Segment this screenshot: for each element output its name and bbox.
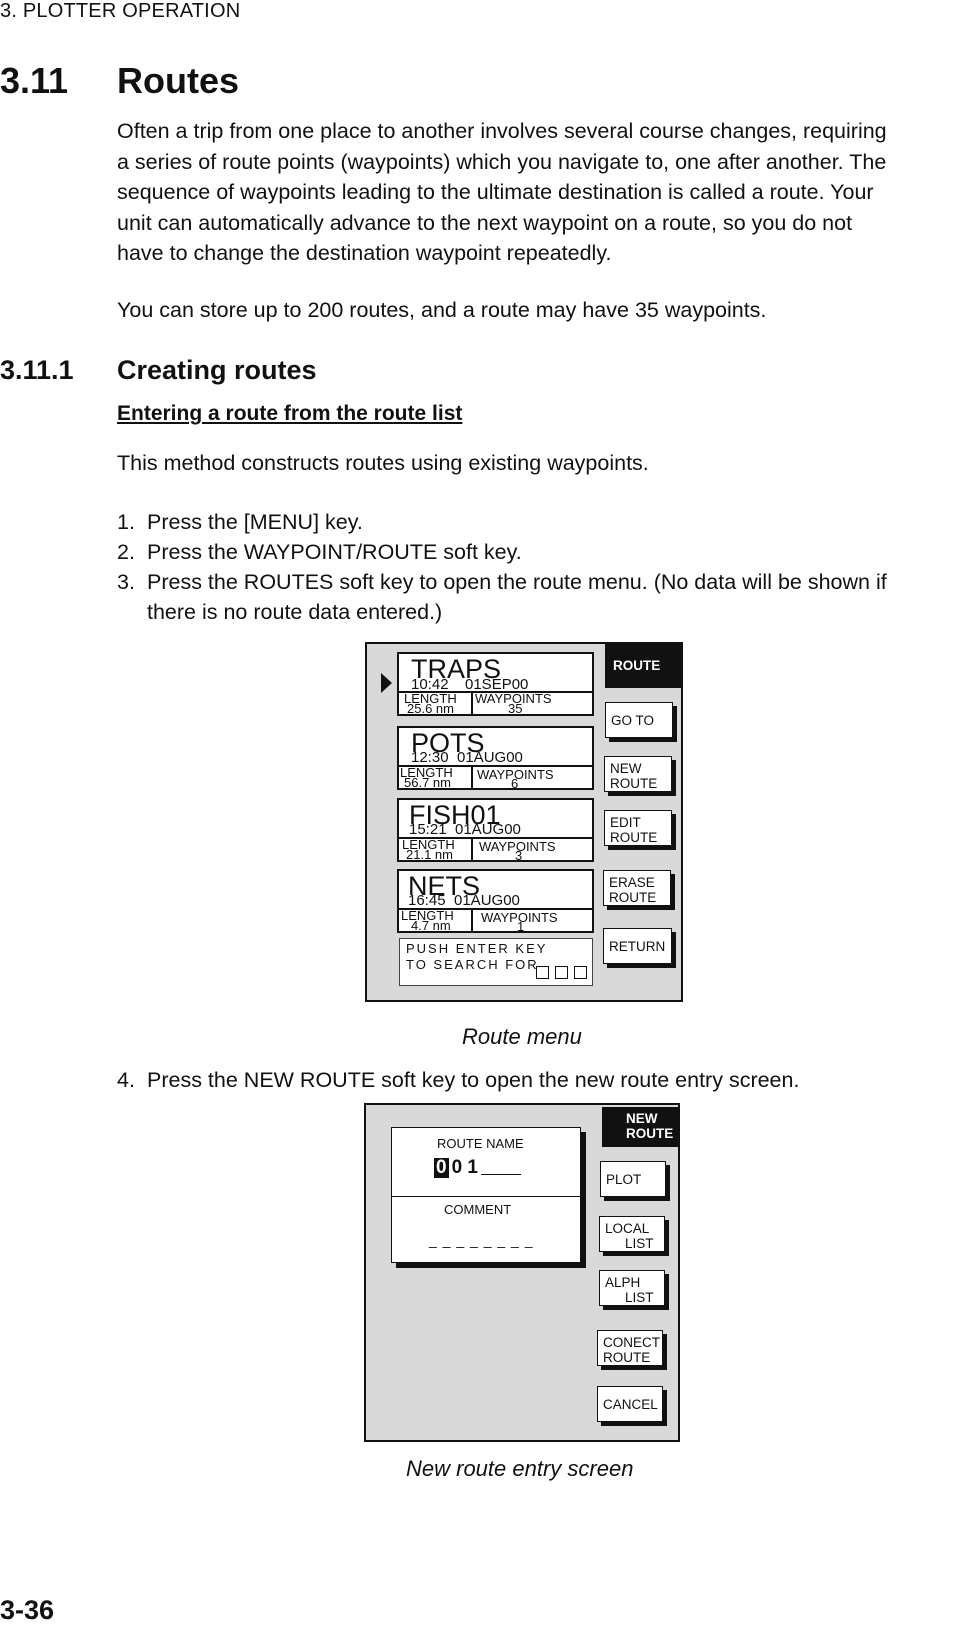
new-route-screen: ROUTE NAME 0 0 1 COMMENT _ _ _ _ _ _ _ _… bbox=[364, 1103, 680, 1442]
search-prompt-box[interactable]: PUSH ENTER KEY TO SEARCH FOR bbox=[399, 938, 593, 986]
procedure-intro: This method constructs routes using exis… bbox=[117, 451, 649, 475]
alph-list-button[interactable]: ALPH LIST bbox=[599, 1270, 665, 1306]
search-char-slot[interactable] bbox=[555, 966, 568, 979]
route-time: 16:45 bbox=[408, 892, 446, 909]
conect-route-button[interactable]: CONECT ROUTE bbox=[597, 1330, 663, 1366]
route-waypoints: 35 bbox=[508, 701, 523, 716]
softkey-label: ROUTE bbox=[610, 830, 658, 845]
plot-button[interactable]: PLOT bbox=[600, 1161, 666, 1197]
softkey-label: GO TO bbox=[611, 713, 655, 728]
route-menu-caption: Route menu bbox=[462, 1024, 582, 1049]
softkey-label: ROUTE bbox=[609, 890, 657, 905]
route-entry-form: ROUTE NAME 0 0 1 COMMENT _ _ _ _ _ _ _ _ bbox=[391, 1127, 581, 1263]
new-route-caption: New route entry screen bbox=[406, 1456, 634, 1481]
route-name-blank bbox=[481, 1174, 521, 1175]
step-text: Press the ROUTES soft key to open the ro… bbox=[147, 570, 887, 594]
edit-route-button[interactable]: EDIT ROUTE bbox=[604, 810, 672, 846]
softkey-label: LIST bbox=[625, 1290, 654, 1305]
softkey-label: RETURN bbox=[609, 939, 666, 954]
route-waypoints: 1 bbox=[517, 919, 525, 934]
route-name-label: ROUTE NAME bbox=[437, 1136, 524, 1151]
capacity-text: You can store up to 200 routes, and a ro… bbox=[117, 298, 767, 322]
route-time: 15:21 bbox=[409, 821, 447, 838]
route-length: 25.6 nm bbox=[407, 701, 454, 716]
route-length: 21.1 nm bbox=[406, 847, 453, 862]
route-waypoints: 3 bbox=[515, 848, 523, 863]
softkey-label: ROUTE bbox=[610, 776, 658, 791]
search-char-slot[interactable] bbox=[574, 966, 587, 979]
header-line: ROUTE bbox=[626, 1126, 674, 1141]
page-number: 3-36 bbox=[0, 1595, 55, 1625]
step-text: Press the [MENU] key. bbox=[147, 510, 363, 534]
step-text-continued: there is no route data entered.) bbox=[147, 600, 443, 624]
route-entry[interactable]: FISH01 15:21 01AUG00 LENGTH 21.1 nm WAYP… bbox=[397, 798, 594, 862]
step-number: 1. bbox=[117, 510, 135, 534]
route-waypoints: 6 bbox=[511, 776, 519, 791]
subsection-title: Creating routes bbox=[117, 355, 317, 385]
softkey-label: EDIT bbox=[610, 815, 641, 830]
section-title: Routes bbox=[117, 60, 240, 101]
route-menu-header: ROUTE bbox=[605, 644, 683, 688]
intro-line: have to change the destination waypoint … bbox=[117, 241, 612, 265]
search-prompt-line1: PUSH ENTER KEY bbox=[406, 941, 548, 956]
go-to-button[interactable]: GO TO bbox=[605, 702, 673, 738]
comment-field[interactable]: _ _ _ _ _ _ _ _ bbox=[429, 1232, 534, 1248]
softkey-label: CANCEL bbox=[603, 1397, 658, 1412]
intro-line: Often a trip from one place to another i… bbox=[117, 119, 887, 143]
step-text: Press the WAYPOINT/ROUTE soft key. bbox=[147, 540, 522, 564]
route-name-field[interactable]: 0 0 1 bbox=[434, 1158, 521, 1178]
new-route-header: NEW ROUTE bbox=[602, 1107, 680, 1147]
header-line: NEW bbox=[626, 1111, 658, 1126]
erase-route-button[interactable]: ERASE ROUTE bbox=[603, 870, 671, 906]
route-entry[interactable]: TRAPS 10:42 01SEP00 LENGTH 25.6 nm WAYPO… bbox=[397, 652, 594, 716]
cancel-button[interactable]: CANCEL bbox=[597, 1386, 663, 1422]
route-menu-screen: TRAPS 10:42 01SEP00 LENGTH 25.6 nm WAYPO… bbox=[365, 642, 683, 1002]
softkey-label: LOCAL bbox=[605, 1221, 650, 1236]
comment-label: COMMENT bbox=[444, 1202, 512, 1217]
running-header: 3. PLOTTER OPERATION bbox=[0, 0, 241, 22]
route-length: 56.7 nm bbox=[404, 775, 451, 790]
new-route-button[interactable]: NEW ROUTE bbox=[604, 756, 672, 792]
procedure-title: Entering a route from the route list bbox=[117, 402, 463, 425]
intro-line: unit can automatically advance to the ne… bbox=[117, 210, 853, 235]
softkey-label: ROUTE bbox=[603, 1350, 651, 1365]
route-name-cursor: 0 bbox=[434, 1157, 449, 1178]
step-number: 4. bbox=[117, 1068, 135, 1092]
route-name-value: 0 1 bbox=[451, 1157, 478, 1178]
route-entry[interactable]: POTS 12:30 01AUG00 LENGTH 56.7 nm WAYPOI… bbox=[397, 726, 594, 790]
softkey-label: LIST bbox=[625, 1236, 654, 1251]
route-date: 01AUG00 bbox=[457, 749, 523, 766]
softkey-label: ERASE bbox=[609, 875, 655, 890]
search-char-slot[interactable] bbox=[536, 966, 549, 979]
local-list-button[interactable]: LOCAL LIST bbox=[599, 1216, 665, 1252]
softkey-label: PLOT bbox=[606, 1172, 642, 1187]
selection-arrow-icon bbox=[381, 673, 392, 693]
route-date: 01AUG00 bbox=[455, 821, 521, 838]
intro-line: sequence of waypoints leading to the ult… bbox=[117, 180, 874, 204]
softkey-label: ALPH bbox=[605, 1275, 641, 1290]
route-time: 12:30 bbox=[411, 749, 449, 766]
subsection-number: 3.11.1 bbox=[0, 355, 74, 385]
step-number: 3. bbox=[117, 570, 135, 594]
route-date: 01AUG00 bbox=[454, 892, 520, 909]
intro-line: a series of route points (waypoints) whi… bbox=[117, 149, 887, 174]
step-text: Press the NEW ROUTE soft key to open the… bbox=[147, 1068, 800, 1092]
softkey-label: NEW bbox=[610, 761, 642, 776]
section-number: 3.11 bbox=[0, 60, 69, 101]
intro-paragraph: Often a trip from one place to another i… bbox=[117, 116, 972, 269]
route-entry[interactable]: NETS 16:45 01AUG00 LENGTH 4.7 nm WAYPOIN… bbox=[397, 869, 594, 933]
softkey-label: CONECT bbox=[603, 1335, 660, 1350]
return-button[interactable]: RETURN bbox=[603, 928, 672, 964]
route-length: 4.7 nm bbox=[411, 918, 451, 933]
route-time: 10:42 bbox=[411, 676, 449, 693]
step-number: 2. bbox=[117, 540, 135, 564]
route-date: 01SEP00 bbox=[465, 676, 529, 693]
